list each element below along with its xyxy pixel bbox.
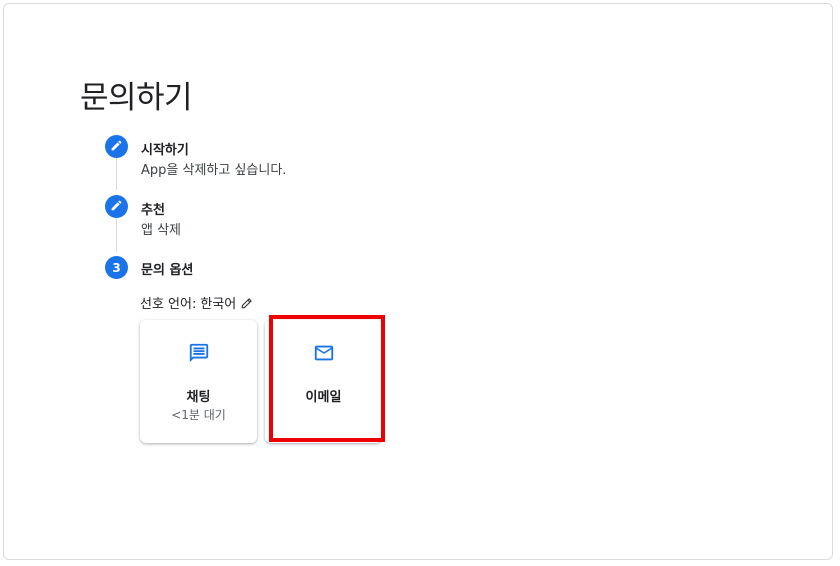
page-title: 문의하기	[80, 80, 193, 116]
pencil-icon	[110, 139, 123, 155]
step-2-indicator	[105, 195, 128, 218]
dialog-frame: 문의하기 시작하기 App을 삭제하고 싶습니다. 추천 앱 삭제 3 문의 옵…	[3, 3, 833, 560]
step-1-indicator	[105, 135, 128, 158]
step-3-indicator: 3	[105, 256, 128, 279]
email-option-card[interactable]: 이메일	[265, 320, 382, 443]
mail-icon	[313, 342, 335, 364]
step-1-subtitle: App을 삭제하고 싶습니다.	[141, 163, 287, 178]
pencil-icon	[110, 199, 123, 215]
step-connector	[116, 218, 117, 252]
chat-option-card[interactable]: 채팅 <1분 대기	[140, 320, 257, 443]
preferred-language-row: 선호 언어: 한국어	[140, 293, 254, 312]
edit-language-icon[interactable]	[240, 296, 254, 310]
chat-option-label: 채팅	[186, 390, 211, 405]
chat-icon	[188, 342, 210, 364]
email-option-label: 이메일	[305, 390, 342, 405]
chat-wait-time: <1분 대기	[171, 408, 226, 422]
language-label: 선호 언어:	[140, 297, 197, 312]
step-3-title: 문의 옵션	[141, 263, 194, 278]
language-value: 한국어	[200, 297, 237, 312]
step-connector	[116, 158, 117, 190]
step-1-title: 시작하기	[141, 143, 189, 158]
step-2-subtitle: 앱 삭제	[141, 223, 182, 238]
step-2-title: 추천	[141, 203, 165, 218]
